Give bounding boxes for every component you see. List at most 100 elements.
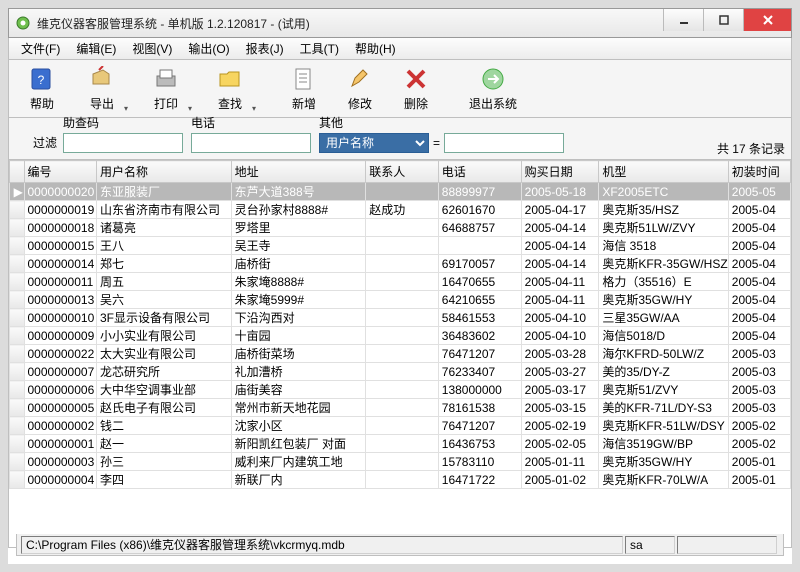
cell-date: 2005-04-14	[521, 219, 599, 237]
table-row[interactable]: 0000000015王八吴王寺2005-04-14海信 35182005-04	[10, 237, 791, 255]
col-contact[interactable]: 联系人	[366, 161, 439, 183]
table-row[interactable]: ▶0000000020东亚服装厂东芦大道388号888999772005-05-…	[10, 183, 791, 201]
export-button[interactable]: 导出 ▾	[71, 62, 133, 116]
menu-edit[interactable]: 编辑(E)	[68, 38, 124, 59]
cell-name: 王八	[97, 237, 232, 255]
cell-contact	[366, 399, 439, 417]
col-id[interactable]: 编号	[24, 161, 97, 183]
cell-name: 太大实业有限公司	[97, 345, 232, 363]
cell-id: 0000000006	[24, 381, 97, 399]
cell-phone: 16436753	[438, 435, 521, 453]
filter-bar: 过滤 助查码 电话 其他 用户名称 = 共 17 条记录	[8, 118, 792, 160]
table-row[interactable]: 0000000018诸葛亮罗塔里646887572005-04-14奥克斯51L…	[10, 219, 791, 237]
cell-name: 3F显示设备有限公司	[97, 309, 232, 327]
cell-phone: 138000000	[438, 381, 521, 399]
cell-contact	[366, 345, 439, 363]
cell-contact	[366, 381, 439, 399]
menu-bar: 文件(F) 编辑(E) 视图(V) 输出(O) 报表(J) 工具(T) 帮助(H…	[8, 38, 792, 60]
cell-date: 2005-04-10	[521, 327, 599, 345]
cell-model: 海信 3518	[599, 237, 728, 255]
cell-name: 钱二	[97, 417, 232, 435]
table-row[interactable]: 0000000007龙芯研究所礼加漕桥762334072005-03-27美的3…	[10, 363, 791, 381]
table-row[interactable]: 0000000004李四新联厂内164717222005-01-02奥克斯KFR…	[10, 471, 791, 489]
table-row[interactable]: 0000000001赵一新阳凯红包装厂 对面164367532005-02-05…	[10, 435, 791, 453]
other-field-select[interactable]: 用户名称	[319, 133, 429, 153]
menu-help[interactable]: 帮助(H)	[347, 38, 404, 59]
cell-addr: 新阳凯红包装厂 对面	[231, 435, 366, 453]
table-row[interactable]: 0000000009小小实业有限公司十亩园364836022005-04-10海…	[10, 327, 791, 345]
col-model[interactable]: 机型	[599, 161, 728, 183]
exit-icon	[479, 65, 507, 93]
col-addr[interactable]: 地址	[231, 161, 366, 183]
dropdown-arrow-icon: ▾	[124, 104, 128, 113]
cell-name: 吴六	[97, 291, 232, 309]
col-phone[interactable]: 电话	[438, 161, 521, 183]
edit-button[interactable]: 修改	[333, 62, 387, 116]
cell-phone: 58461553	[438, 309, 521, 327]
cell-phone: 88899977	[438, 183, 521, 201]
cell-model: 海尔KFRD-50LW/Z	[599, 345, 728, 363]
cell-inst: 2005-04	[728, 291, 790, 309]
menu-output[interactable]: 输出(O)	[180, 38, 237, 59]
col-date[interactable]: 购买日期	[521, 161, 599, 183]
cell-inst: 2005-04	[728, 273, 790, 291]
cell-contact	[366, 453, 439, 471]
table-row[interactable]: 00000000103F显示设备有限公司下沿沟西对584615532005-04…	[10, 309, 791, 327]
cell-id: 0000000007	[24, 363, 97, 381]
cell-inst: 2005-05	[728, 183, 790, 201]
window-close-button[interactable]	[743, 9, 791, 31]
menu-report[interactable]: 报表(J)	[238, 38, 292, 59]
print-button[interactable]: 打印 ▾	[135, 62, 197, 116]
menu-tools[interactable]: 工具(T)	[292, 38, 347, 59]
data-grid[interactable]: 编号 用户名称 地址 联系人 电话 购买日期 机型 初装时间 ▶00000000…	[8, 160, 792, 548]
menu-view[interactable]: 视图(V)	[124, 38, 180, 59]
cell-model: 美的KFR-71L/DY-S3	[599, 399, 728, 417]
table-row[interactable]: 0000000019山东省济南市有限公司灵台孙家村8888#赵成功6260167…	[10, 201, 791, 219]
menu-file[interactable]: 文件(F)	[13, 38, 68, 59]
window-maximize-button[interactable]	[703, 9, 743, 31]
window-titlebar: 维克仪器客服管理系统 - 单机版 1.2.120817 - (试用)	[8, 8, 792, 38]
cell-id: 0000000009	[24, 327, 97, 345]
window-minimize-button[interactable]	[663, 9, 703, 31]
cell-contact	[366, 435, 439, 453]
exit-button[interactable]: 退出系统	[459, 62, 527, 116]
cell-model: 奥克斯35GW/HY	[599, 291, 728, 309]
table-row[interactable]: 0000000014郑七庙桥街691700572005-04-14奥克斯KFR-…	[10, 255, 791, 273]
table-row[interactable]: 0000000002钱二沈家小区764712072005-02-19奥克斯KFR…	[10, 417, 791, 435]
table-row[interactable]: 0000000006大中华空调事业部庙街美容1380000002005-03-1…	[10, 381, 791, 399]
other-value-input[interactable]	[444, 133, 564, 153]
new-button[interactable]: 新增	[277, 62, 331, 116]
phone-input[interactable]	[191, 133, 311, 153]
cell-phone: 64688757	[438, 219, 521, 237]
cell-model: 奥克斯KFR-35GW/HSZ	[599, 255, 728, 273]
delete-button[interactable]: 删除	[389, 62, 443, 116]
help-button[interactable]: ? 帮助	[15, 62, 69, 116]
phone-label: 电话	[191, 114, 311, 131]
cell-date: 2005-03-27	[521, 363, 599, 381]
cell-id: 0000000010	[24, 309, 97, 327]
cell-name: 郑七	[97, 255, 232, 273]
cell-addr: 朱家埯5999#	[231, 291, 366, 309]
table-row[interactable]: 0000000022太大实业有限公司庙桥街菜场764712072005-03-2…	[10, 345, 791, 363]
search-button[interactable]: 查找 ▾	[199, 62, 261, 116]
status-bar: C:\Program Files (x86)\维克仪器客服管理系统\vkcrmy…	[16, 534, 784, 556]
table-row[interactable]: 0000000003孙三威利来厂内建筑工地157831102005-01-11奥…	[10, 453, 791, 471]
table-row[interactable]: 0000000005赵氏电子有限公司常州市新天地花园781615382005-0…	[10, 399, 791, 417]
folder-search-icon	[216, 65, 244, 93]
cell-date: 2005-04-17	[521, 201, 599, 219]
cell-id: 0000000022	[24, 345, 97, 363]
other-label: 其他	[319, 114, 564, 131]
col-inst[interactable]: 初装时间	[728, 161, 790, 183]
cell-phone: 15783110	[438, 453, 521, 471]
cell-date: 2005-04-11	[521, 291, 599, 309]
table-row[interactable]: 0000000013吴六朱家埯5999#642106552005-04-11奥克…	[10, 291, 791, 309]
cell-date: 2005-02-05	[521, 435, 599, 453]
cell-id: 0000000003	[24, 453, 97, 471]
cell-contact	[366, 363, 439, 381]
cell-phone: 76233407	[438, 363, 521, 381]
cell-id: 0000000002	[24, 417, 97, 435]
col-name[interactable]: 用户名称	[97, 161, 232, 183]
helpcode-input[interactable]	[63, 133, 183, 153]
table-row[interactable]: 0000000011周五朱家埯8888#164706552005-04-11格力…	[10, 273, 791, 291]
filter-label: 过滤	[33, 134, 57, 151]
